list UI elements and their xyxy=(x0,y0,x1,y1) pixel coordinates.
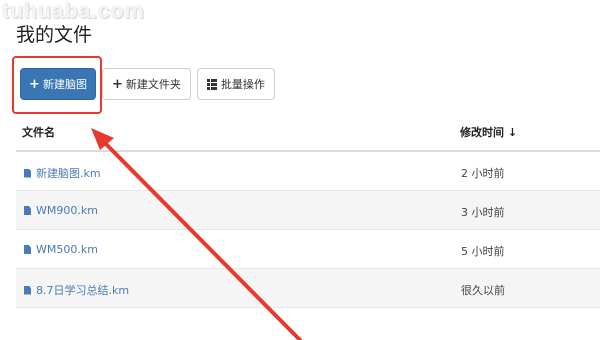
batch-operation-button[interactable]: 批量操作 xyxy=(196,68,275,100)
file-modified-time: 很久以前 xyxy=(461,284,505,297)
file-name: 新建脑图.km xyxy=(36,167,101,180)
annotation-highlight-box xyxy=(12,56,102,114)
page-title: 我的文件 xyxy=(16,24,93,46)
file-link[interactable]: 新建脑图.km xyxy=(24,165,101,181)
file-link[interactable]: WM500.km xyxy=(24,243,98,256)
file-icon xyxy=(24,168,31,178)
plus-icon: + xyxy=(112,76,123,92)
file-modified-time: 2 小时前 xyxy=(461,167,505,180)
file-name: WM900.km xyxy=(36,204,98,217)
file-modified-time: 3 小时前 xyxy=(461,206,505,219)
table-row[interactable]: 新建脑图.km 2 小时前 xyxy=(16,152,600,191)
column-header-name[interactable]: 文件名 xyxy=(22,124,55,140)
new-folder-label: 新建文件夹 xyxy=(125,78,181,91)
grid-list-icon xyxy=(206,78,217,90)
file-name: 8.7日学习总结.km xyxy=(36,284,130,297)
new-folder-button[interactable]: + 新建文件夹 xyxy=(102,68,191,100)
file-table: 文件名 修改时间 ↓ 新建脑图.km 2 小时前 WM900.km 3 小时前 … xyxy=(16,112,600,308)
table-row[interactable]: 8.7日学习总结.km 很久以前 xyxy=(16,269,600,308)
file-link[interactable]: 8.7日学习总结.km xyxy=(24,282,129,298)
file-link[interactable]: WM900.km xyxy=(24,204,98,217)
file-modified-time: 5 小时前 xyxy=(461,245,505,258)
file-name: WM500.km xyxy=(36,243,98,256)
file-icon xyxy=(24,206,31,215)
file-icon xyxy=(24,245,31,254)
table-row[interactable]: WM900.km 3 小时前 xyxy=(16,191,600,230)
file-icon xyxy=(24,285,31,295)
table-header: 文件名 修改时间 ↓ xyxy=(16,112,600,152)
batch-operation-label: 批量操作 xyxy=(220,78,265,91)
column-header-modified-time[interactable]: 修改时间 ↓ xyxy=(460,124,517,140)
table-row[interactable]: WM500.km 5 小时前 xyxy=(16,230,600,269)
